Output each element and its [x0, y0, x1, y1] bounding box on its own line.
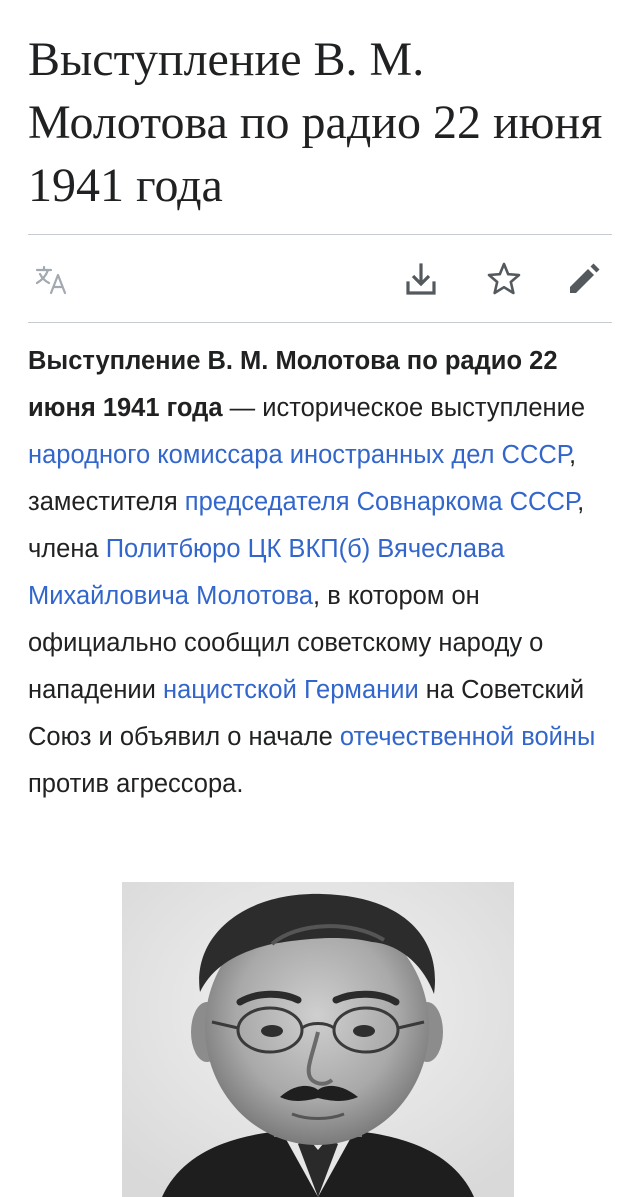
lead-text: — историческое выступление	[222, 394, 586, 422]
download-button[interactable]	[401, 259, 441, 299]
link-nazi-germany[interactable]: нацистской Германии	[163, 676, 419, 704]
download-icon	[406, 263, 436, 295]
link-sovnarkom-chairman[interactable]: председателя Совнаркома СССР	[185, 488, 577, 516]
link-foreign-affairs-commissar[interactable]: народного комиссара иностранных дел СССР	[28, 441, 569, 469]
page-title: Выступление В. М. Молотова по радио 22 и…	[28, 33, 603, 212]
pencil-icon	[570, 263, 600, 293]
portrait-illustration	[122, 882, 514, 1197]
watch-button[interactable]	[484, 259, 524, 299]
translate-icon	[35, 265, 67, 295]
portrait-image[interactable]	[122, 882, 514, 1197]
toolbar-bottom-divider	[28, 322, 612, 323]
edit-button[interactable]	[564, 259, 604, 299]
star-icon	[487, 262, 521, 295]
language-button[interactable]	[32, 259, 72, 299]
page-actions-toolbar	[28, 235, 612, 322]
lead-paragraph: Выступление В. М. Молотова по радио 22 и…	[28, 338, 618, 808]
link-patriotic-war[interactable]: отечественной войны	[340, 723, 595, 751]
lead-text: против агрессора.	[28, 770, 244, 798]
